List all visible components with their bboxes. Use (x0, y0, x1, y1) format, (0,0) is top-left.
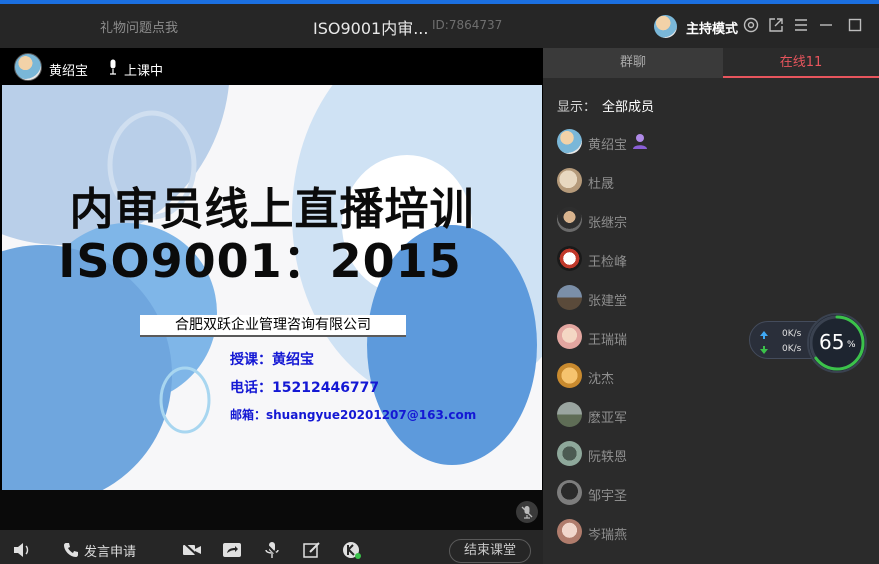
member-avatar (557, 168, 582, 193)
member-name: 杜晟 (588, 177, 615, 192)
gift-question-link[interactable]: 礼物问题点我 (100, 17, 178, 36)
member-item[interactable]: 邹宇圣 (557, 480, 757, 506)
member-filter[interactable]: 显示： 全部成员 (557, 96, 654, 115)
member-avatar (557, 480, 582, 505)
member-item[interactable]: 王瑞瑞 (557, 324, 757, 350)
member-avatar (557, 207, 582, 232)
member-item[interactable]: 王检峰 (557, 246, 757, 272)
room-title: ISO9001内审... (313, 19, 429, 38)
tab-group-chat[interactable]: 群聊 (543, 48, 723, 78)
k-app-icon[interactable] (342, 541, 362, 559)
slide-email: 邮箱：shuangyue20201207@163.com (230, 408, 477, 422)
maximize-icon[interactable] (846, 16, 864, 34)
member-avatar (557, 363, 582, 388)
member-name: 麽亚军 (588, 411, 628, 426)
member-panel: 群聊 在线11 显示： 全部成员 黄绍宝 杜晟 张继宗 王检峰 张建堂 王瑞瑞 … (543, 48, 879, 564)
quality-value: 65 (819, 330, 845, 354)
presenter-avatar (14, 53, 42, 81)
member-avatar (557, 324, 582, 349)
upload-speed: 0K/s (782, 329, 802, 339)
screen-share-icon[interactable] (222, 541, 242, 559)
host-badge-icon (633, 134, 647, 149)
member-name: 张建堂 (588, 294, 628, 309)
member-item[interactable]: 沈杰 (557, 363, 757, 389)
minimize-icon[interactable] (817, 16, 835, 34)
network-widget[interactable]: 0K/s 0K/s 65 % (749, 313, 869, 373)
presentation-slide: 内审员线上直播培训 ISO9001：2015 合肥双跃企业管理咨询有限公司 授课… (2, 85, 542, 490)
member-avatar (557, 402, 582, 427)
settings-icon[interactable] (742, 16, 760, 34)
title-bar: 礼物问题点我 ISO9001内审... ID:7864737 主持模式 (0, 4, 879, 48)
microphone-icon (110, 59, 116, 75)
member-name: 张继宗 (588, 216, 628, 231)
phone-icon[interactable] (62, 541, 82, 559)
popout-icon[interactable] (767, 16, 785, 34)
member-avatar (557, 519, 582, 544)
slide-subtitle: ISO9001：2015 (58, 234, 462, 288)
member-item[interactable]: 黄绍宝 (557, 129, 757, 155)
camera-off-icon[interactable] (182, 541, 202, 559)
class-status: 上课中 (124, 64, 164, 79)
mic-toggle-icon[interactable] (262, 541, 282, 559)
member-avatar (557, 246, 582, 271)
tab-online[interactable]: 在线11 (723, 48, 879, 78)
member-name: 邹宇圣 (588, 489, 628, 504)
download-arrow-icon (760, 346, 768, 354)
member-avatar (557, 129, 582, 154)
member-avatar (557, 441, 582, 466)
member-avatar (557, 285, 582, 310)
filter-value[interactable]: 全部成员 (602, 100, 654, 115)
speak-request-button[interactable]: 发言申请 (84, 541, 136, 560)
quality-unit: % (847, 340, 856, 350)
member-name: 阮轶恩 (588, 450, 628, 465)
member-name: 沈杰 (588, 372, 615, 387)
video-area: 黄绍宝 上课中 内审员线上直播培训 ISO9001：2015 合肥双跃企业管理咨… (0, 48, 543, 530)
speaker-icon[interactable] (12, 541, 32, 559)
edit-icon[interactable] (302, 541, 322, 559)
member-name: 王瑞瑞 (588, 333, 628, 348)
member-name: 黄绍宝 (588, 138, 628, 153)
mic-muted-icon[interactable] (516, 501, 538, 523)
host-mode-label[interactable]: 主持模式 (686, 18, 738, 37)
member-name: 岑瑞燕 (588, 528, 628, 543)
bottom-toolbar: 发言申请 结束课堂 (0, 530, 543, 564)
panel-tabs: 群聊 在线11 (543, 48, 879, 78)
member-item[interactable]: 麽亚军 (557, 402, 757, 428)
host-avatar[interactable] (654, 15, 677, 38)
member-item[interactable]: 岑瑞燕 (557, 519, 757, 545)
room-id: ID:7864737 (432, 18, 503, 32)
member-item[interactable]: 张建堂 (557, 285, 757, 311)
slide-teacher: 授课：黄绍宝 (230, 352, 314, 368)
menu-icon[interactable] (792, 16, 810, 34)
presenter-name: 黄绍宝 (49, 64, 89, 79)
filter-label: 显示： (557, 100, 597, 115)
app-window: 礼物问题点我 ISO9001内审... ID:7864737 主持模式 黄绍宝 (0, 0, 879, 564)
slide-phone: 电话：15212446777 (230, 380, 380, 396)
download-speed: 0K/s (782, 344, 802, 354)
slide-company: 合肥双跃企业管理咨询有限公司 (140, 315, 406, 337)
member-item[interactable]: 阮轶恩 (557, 441, 757, 467)
member-name: 王检峰 (588, 255, 628, 270)
end-class-button[interactable]: 结束课堂 (449, 539, 531, 563)
video-footer (0, 490, 543, 530)
upload-arrow-icon (760, 331, 768, 339)
member-item[interactable]: 杜晟 (557, 168, 757, 194)
member-item[interactable]: 张继宗 (557, 207, 757, 233)
